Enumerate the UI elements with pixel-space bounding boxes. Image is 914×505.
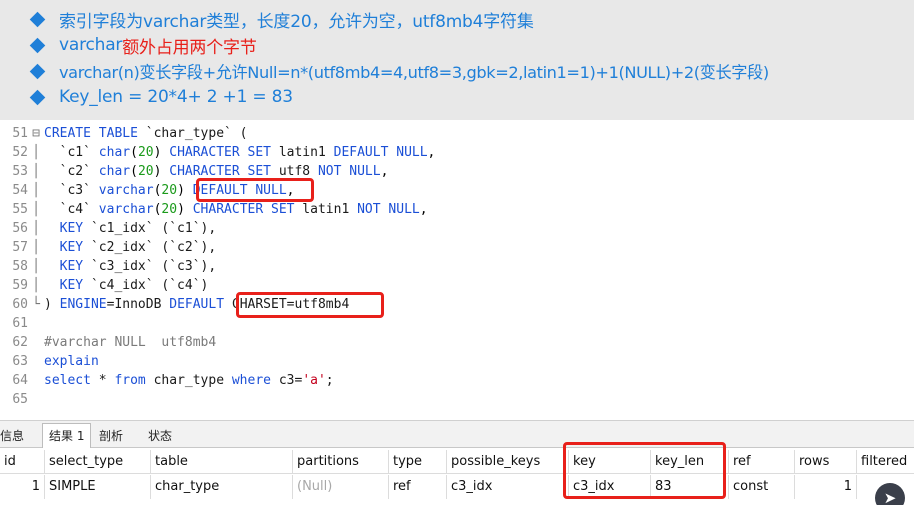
slide-bullets: 索引字段为varchar类型，长度20，允许为空，utf8mb4字符集 varc… (0, 0, 914, 120)
code-line-61[interactable]: 61 (0, 314, 28, 333)
tab-result-1[interactable]: 结果 1 (42, 423, 92, 449)
code-line-56[interactable]: 56 │ KEY `c1_idx` (`c1`), (0, 219, 216, 238)
code-line-64[interactable]: 64 select * from char_type where c3='a'; (0, 371, 333, 390)
bullet-formula: varchar(n)变长字段+允许Null=n*(utf8mb4=4,utf8=… (29, 58, 914, 84)
code-line-51[interactable]: 51 ⊟ CREATE TABLE `char_type` ( (0, 124, 247, 143)
sql-editor[interactable]: 51 ⊟ CREATE TABLE `char_type` ( 52 │ `c1` c… (0, 120, 914, 420)
col-header-select-type[interactable]: select_type (44, 450, 150, 474)
cell-select-type[interactable]: SIMPLE (44, 475, 150, 499)
code-line-59[interactable]: 59 │ KEY `c4_idx` (`c4`) (0, 276, 208, 295)
col-header-ref[interactable]: ref (728, 450, 794, 474)
col-header-rows[interactable]: rows (794, 450, 856, 474)
col-header-id[interactable]: id (0, 450, 44, 474)
code-line-57[interactable]: 57 │ KEY `c2_idx` (`c2`), (0, 238, 216, 257)
cell-possible-keys[interactable]: c3_idx (446, 475, 568, 499)
code-line-52[interactable]: 52 │ `c1` char(20) CHARACTER SET latin1 D… (0, 143, 435, 162)
diamond-bullet-icon (29, 11, 46, 27)
highlight-key-columns (563, 442, 726, 499)
bullet-index-field: 索引字段为varchar类型，长度20，允许为空，utf8mb4字符集 (29, 6, 914, 32)
col-header-filtered[interactable]: filtered (856, 450, 914, 474)
result-grid[interactable]: id select_type table partitions type pos… (0, 442, 914, 505)
tab-status[interactable]: 状态 (142, 425, 178, 447)
grid-header-row: id select_type table partitions type pos… (0, 450, 914, 474)
cell-table[interactable]: char_type (150, 475, 292, 499)
fold-collapse-icon[interactable]: ⊟ (28, 124, 44, 143)
bullet-varchar-extra: varchar 额外占用两个字节 (29, 32, 914, 58)
code-line-53[interactable]: 53 │ `c2` char(20) CHARACTER SET utf8 NOT… (0, 162, 388, 181)
table-row[interactable]: 1 SIMPLE char_type (Null) ref c3_idx c3_… (0, 475, 914, 499)
tab-info[interactable]: 信息 (0, 425, 30, 447)
col-header-partitions[interactable]: partitions (292, 450, 388, 474)
code-line-62[interactable]: 62 #varchar NULL utf8mb4 (0, 333, 216, 352)
highlight-default-null (196, 178, 314, 202)
cell-id[interactable]: 1 (0, 475, 44, 499)
code-line-63[interactable]: 63 explain (0, 352, 98, 371)
cell-type[interactable]: ref (388, 475, 446, 499)
highlight-charset (236, 292, 384, 318)
diamond-bullet-icon (29, 89, 46, 105)
cell-rows[interactable]: 1 (794, 475, 856, 499)
col-header-type[interactable]: type (388, 450, 446, 474)
code-line-58[interactable]: 58 │ KEY `c3_idx` (`c3`), (0, 257, 216, 276)
diamond-bullet-icon (29, 37, 46, 53)
code-line-65[interactable]: 65 (0, 390, 28, 409)
navigation-arrow-icon[interactable]: ➤ (875, 483, 905, 505)
cell-partitions[interactable]: (Null) (292, 475, 388, 499)
diamond-bullet-icon (29, 63, 46, 79)
cell-ref[interactable]: const (728, 475, 794, 499)
bullet-keylen: Key_len = 20*4+ 2 +1 = 83 (29, 84, 914, 110)
red-emphasis: 额外占用两个字节 (122, 37, 257, 58)
col-header-table[interactable]: table (150, 450, 292, 474)
tab-profile[interactable]: 剖析 (93, 425, 129, 447)
col-header-possible-keys[interactable]: possible_keys (446, 450, 568, 474)
code-line-55[interactable]: 55 │ `c4` varchar(20) CHARACTER SET latin… (0, 200, 427, 219)
result-tabs: 信息 结果 1 剖析 状态 (0, 420, 914, 449)
